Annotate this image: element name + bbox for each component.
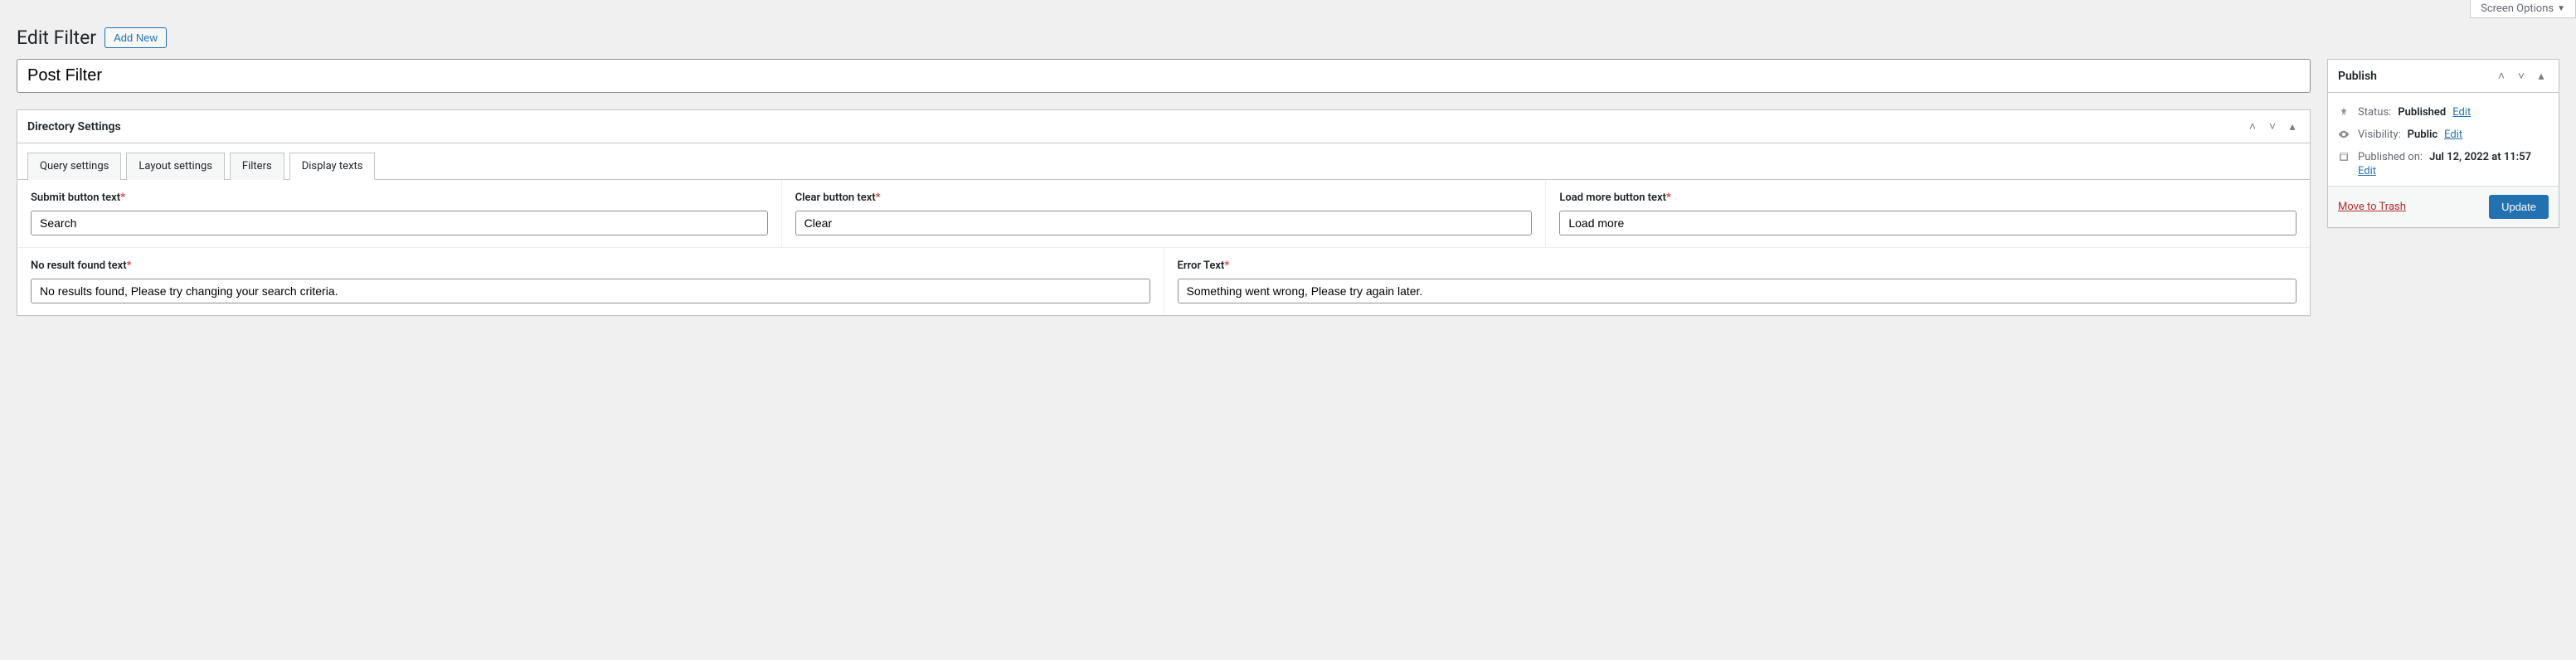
update-button[interactable]: Update [2489,195,2549,219]
tab-display-texts[interactable]: Display texts [289,153,376,180]
chevron-down-icon[interactable]: ˅ [2514,69,2529,83]
eye-icon [2338,129,2351,140]
submit-button-text-input[interactable] [31,211,768,235]
publish-box: Publish ˄ ˅ ▴ Status: Published Edit [2327,59,2559,228]
tab-query-settings[interactable]: Query settings [27,153,121,180]
move-up-icon[interactable]: ▴ [2534,70,2549,83]
edit-visibility-link[interactable]: Edit [2444,129,2462,141]
directory-settings-box: Directory Settings ˄ ˅ ▴ Query settings … [17,109,2311,316]
edit-date-link[interactable]: Edit [2358,165,2376,177]
clear-button-text-label: Clear button text* [795,192,1533,204]
error-text-input[interactable] [1178,279,2297,303]
status-value: Published [2398,106,2446,119]
screen-options-label: Screen Options [2481,2,2554,15]
clear-button-text-input[interactable] [795,211,1533,235]
load-more-button-text-input[interactable] [1559,211,2297,235]
no-result-text-label: No result found text* [31,260,1150,272]
published-on-label: Published on: [2358,151,2423,163]
chevron-down-icon[interactable]: ˅ [2265,119,2280,133]
status-label: Status: [2358,106,2391,119]
move-to-trash-link[interactable]: Move to Trash [2338,201,2406,213]
calendar-icon [2338,151,2351,163]
chevron-up-icon[interactable]: ˄ [2494,69,2509,83]
add-new-button[interactable]: Add New [104,27,167,48]
post-title-input[interactable] [17,59,2311,93]
tab-filters[interactable]: Filters [230,153,284,180]
page-title: Edit Filter [17,27,96,49]
pin-icon [2338,106,2351,118]
move-up-icon[interactable]: ▴ [2285,120,2300,133]
submit-button-text-label: Submit button text* [31,192,768,204]
error-text-label: Error Text* [1178,260,2297,272]
visibility-label: Visibility: [2358,129,2401,141]
visibility-value: Public [2408,129,2437,141]
directory-settings-title: Directory Settings [27,120,121,133]
publish-title: Publish [2338,70,2377,83]
published-on-value: Jul 12, 2022 at 11:57 [2429,151,2531,163]
no-result-text-input[interactable] [31,279,1150,303]
tab-layout-settings[interactable]: Layout settings [126,153,225,180]
chevron-up-icon[interactable]: ˄ [2245,119,2260,133]
chevron-down-icon: ▼ [2557,4,2565,13]
load-more-button-text-label: Load more button text* [1559,192,2297,204]
edit-status-link[interactable]: Edit [2452,106,2471,119]
screen-options-toggle[interactable]: Screen Options ▼ [2470,0,2576,18]
